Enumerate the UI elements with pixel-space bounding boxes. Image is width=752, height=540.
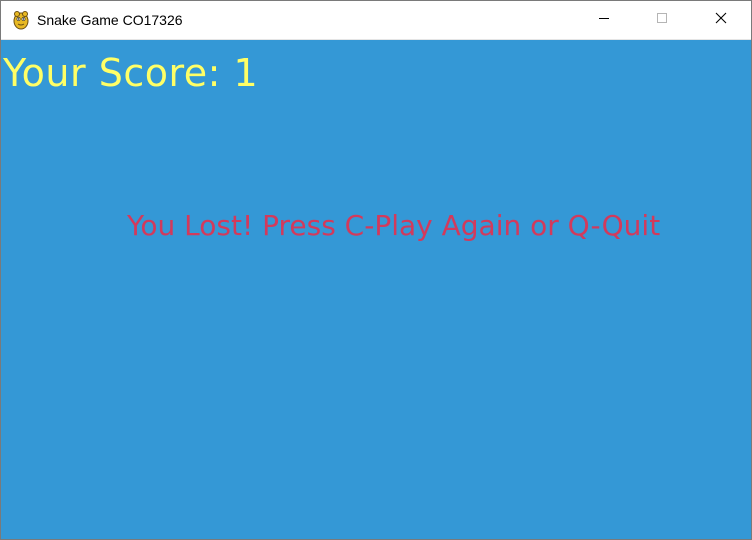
close-icon [715,11,727,29]
window-title: Snake Game CO17326 [37,12,183,28]
close-button[interactable] [692,1,750,39]
minimize-icon [598,11,610,29]
game-over-message: You Lost! Press C-Play Again or Q-Quit [127,209,661,242]
app-window: Snake Game CO17326 Your Score: 1 You Los… [0,0,752,540]
game-canvas[interactable]: Your Score: 1 You Lost! Press C-Play Aga… [1,40,751,539]
maximize-button[interactable] [633,1,691,39]
title-bar[interactable]: Snake Game CO17326 [1,1,751,40]
score-display: Your Score: 1 [3,51,259,95]
python-snake-icon [11,10,31,30]
maximize-icon [656,11,668,29]
minimize-button[interactable] [575,1,633,39]
